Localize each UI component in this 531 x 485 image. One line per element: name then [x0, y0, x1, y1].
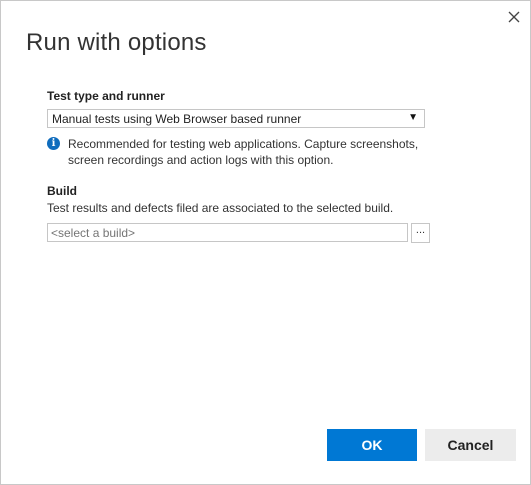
- runner-info-text: Recommended for testing web applications…: [68, 137, 419, 167]
- browse-build-button[interactable]: ...: [411, 223, 430, 243]
- run-with-options-dialog: Run with options Test type and runner Ma…: [0, 0, 531, 485]
- ok-button[interactable]: OK: [327, 429, 417, 461]
- test-runner-selected-value: Manual tests using Web Browser based run…: [52, 112, 302, 126]
- build-description: Test results and defects filed are assoc…: [47, 201, 394, 215]
- close-icon[interactable]: [506, 9, 522, 25]
- cancel-button[interactable]: Cancel: [425, 429, 516, 461]
- test-runner-label: Test type and runner: [47, 89, 165, 103]
- dropdown-caret-icon: ▼: [408, 112, 418, 123]
- build-input[interactable]: [47, 223, 408, 242]
- info-icon: i: [47, 137, 60, 150]
- test-runner-select[interactable]: Manual tests using Web Browser based run…: [47, 109, 425, 128]
- dialog-title: Run with options: [26, 29, 207, 56]
- build-label: Build: [47, 184, 77, 198]
